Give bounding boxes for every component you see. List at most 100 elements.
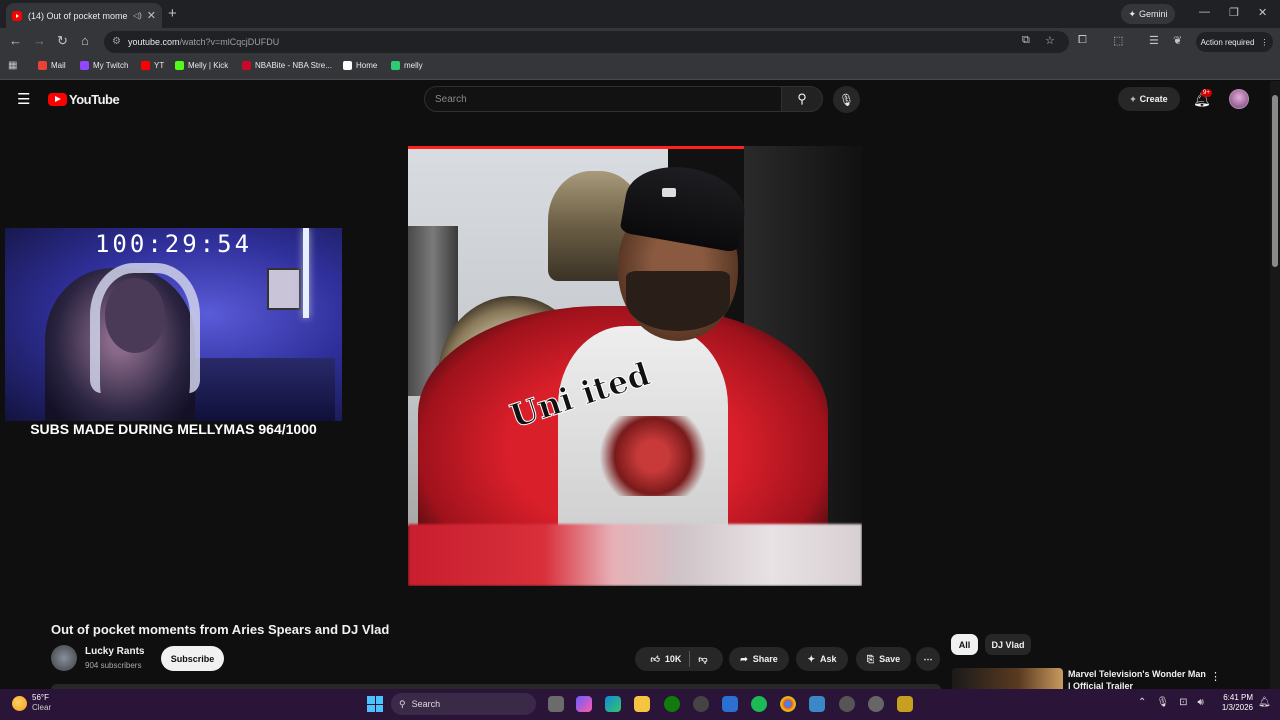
search-input[interactable]: Search (424, 86, 782, 112)
like-button[interactable]: 👍︎ 10K (650, 654, 681, 665)
obs-icon[interactable] (693, 696, 709, 712)
clock-time: 6:41 PM (1223, 693, 1253, 702)
browser-tab-bar (0, 0, 1280, 28)
site-info-icon[interactable]: ⚙ (112, 36, 121, 47)
taskbar-clock[interactable]: 6:41 PM 1/3/2026 (1213, 693, 1253, 713)
notification-center-icon[interactable]: 🔔︎ (1258, 697, 1271, 708)
search-button[interactable]: ⚲ (781, 86, 823, 112)
task-view-icon[interactable] (548, 696, 564, 712)
reload-icon[interactable]: ↻ (57, 33, 68, 49)
share-button[interactable]: ➦ Share (729, 647, 789, 671)
streaming-app-icon[interactable] (897, 696, 913, 712)
youtube-logo[interactable]: YouTube (48, 92, 120, 107)
network-icon[interactable]: ⊡ (1179, 697, 1187, 708)
channel-name[interactable]: Lucky Rants (85, 646, 144, 657)
speaker-icon[interactable]: ◁) (133, 11, 142, 20)
account-avatar[interactable] (1229, 89, 1249, 109)
close-window-icon[interactable]: ✕ (1258, 6, 1267, 19)
video-title: Out of pocket moments from Aries Spears … (51, 622, 390, 637)
subathon-timer: 100:29:54 (94, 230, 253, 258)
cap-logo (662, 188, 676, 197)
gemini-button[interactable]: ✦ Gemini (1121, 4, 1175, 24)
bookmark-item[interactable]: Home (343, 61, 377, 70)
install-app-icon[interactable]: ⧉ (1022, 34, 1030, 47)
shirt-graphic (588, 416, 718, 496)
xbox-icon[interactable] (664, 696, 680, 712)
chip-dj-vlad[interactable]: DJ Vlad (985, 634, 1031, 655)
back-icon[interactable]: ← (9, 33, 22, 48)
bookmark-star-icon[interactable]: ☆ (1045, 34, 1055, 47)
hamburger-menu-icon[interactable]: ☰ (17, 90, 30, 108)
weather-widget[interactable]: 56°F Clear (12, 693, 51, 713)
volume-icon[interactable]: 🔊︎ (1197, 697, 1203, 708)
taskbar-search-label: Search (411, 699, 441, 709)
reading-list-icon[interactable]: ☰ (1149, 34, 1159, 47)
bookmark-item[interactable]: Melly | Kick (175, 61, 228, 70)
bookmark-label: Home (356, 61, 378, 70)
search-icon: ⚲ (797, 91, 807, 106)
video-player[interactable]: Uni ited (408, 146, 862, 586)
notification-count-badge: 9+ (1201, 89, 1212, 97)
restore-icon[interactable]: ❐ (1229, 6, 1239, 19)
spotify-icon[interactable] (751, 696, 767, 712)
edge-icon[interactable] (605, 696, 621, 712)
bookmark-item[interactable]: My Twitch (80, 61, 128, 70)
taskbar-search[interactable]: ⚲ Search (391, 693, 536, 715)
show-hidden-icons-icon[interactable]: ⌃ (1138, 697, 1146, 708)
recommendation-title[interactable]: Marvel Television's Wonder Man | Officia… (1068, 668, 1208, 689)
store-icon[interactable] (722, 696, 738, 712)
bookmark-label: Mail (51, 61, 66, 70)
bookmark-label: My Twitch (93, 61, 129, 70)
address-bar[interactable]: ⚙ youtube.com /watch?v=mlCqcjDUFDU (104, 31, 1069, 53)
youtube-play-icon (48, 93, 67, 106)
ask-button[interactable]: ✦ Ask (796, 647, 848, 671)
bookmark-favicon-icon (343, 61, 352, 70)
system-tray: ⌃ 🎙︎ ⊡ 🔊︎ (1138, 697, 1204, 708)
microphone-icon[interactable]: 🎙︎ (1156, 697, 1169, 708)
tab-title: (14) Out of pocket moments (28, 10, 128, 21)
screenshot-icon[interactable]: ⬚ (1113, 34, 1123, 47)
forward-icon[interactable]: → (33, 33, 46, 48)
action-required-button[interactable]: Action required ⋮ (1196, 32, 1273, 52)
youtube-favicon-icon (12, 10, 22, 21)
recommendation-menu-icon[interactable]: ⋮ (1210, 670, 1221, 683)
video-progress-bar[interactable] (408, 146, 744, 149)
subscribe-button[interactable]: Subscribe (161, 646, 224, 671)
recommendation-thumbnail[interactable] (952, 668, 1063, 690)
voice-search-button[interactable]: 🎙︎ (833, 86, 860, 113)
like-dislike-group: 👍︎ 10K 👎︎ (635, 647, 723, 671)
windows-start-icon[interactable] (367, 696, 383, 712)
browser-tab[interactable]: (14) Out of pocket moments ◁) ✕ (6, 3, 162, 28)
bookmark-item[interactable]: NBABite - NBA Stre... (242, 61, 332, 70)
bookmark-item[interactable]: YT (141, 61, 164, 70)
bookmark-item[interactable]: Mail (38, 61, 66, 70)
app-icon[interactable] (868, 696, 884, 712)
home-icon[interactable]: ⌂ (81, 33, 89, 48)
chrome-icon[interactable] (780, 696, 796, 712)
create-button[interactable]: + Create (1118, 87, 1180, 111)
profile-leaf-icon[interactable]: ❦ (1173, 34, 1182, 47)
dislike-button[interactable]: 👎︎ (698, 654, 707, 665)
save-button[interactable]: ⎘ Save (856, 647, 911, 671)
share-label: Share (752, 654, 778, 664)
bookmark-favicon-icon (141, 61, 150, 70)
close-tab-icon[interactable]: ✕ (147, 9, 156, 22)
new-tab-button[interactable]: + (168, 5, 177, 22)
copilot-icon[interactable] (576, 696, 592, 712)
save-label: Save (879, 654, 901, 664)
bookmark-label: Melly | Kick (188, 61, 229, 70)
bookmark-item[interactable]: melly (391, 61, 423, 70)
media-player-icon[interactable] (839, 696, 855, 712)
file-explorer-icon[interactable] (634, 696, 650, 712)
chip-all[interactable]: All (951, 634, 978, 655)
blurred-caption-bar (408, 524, 862, 586)
share-arrow-icon: ➦ (740, 653, 748, 664)
minimize-icon[interactable]: — (1199, 6, 1210, 18)
photos-icon[interactable] (809, 696, 825, 712)
scrollbar-thumb[interactable] (1272, 95, 1278, 267)
channel-avatar[interactable] (51, 645, 77, 671)
more-actions-button[interactable]: ⋯ (916, 647, 940, 671)
apps-grid-icon[interactable]: ▦ (8, 60, 17, 71)
sparkle-icon: ✦ (1128, 8, 1137, 19)
extensions-icon[interactable]: ⧠ (1078, 34, 1087, 47)
